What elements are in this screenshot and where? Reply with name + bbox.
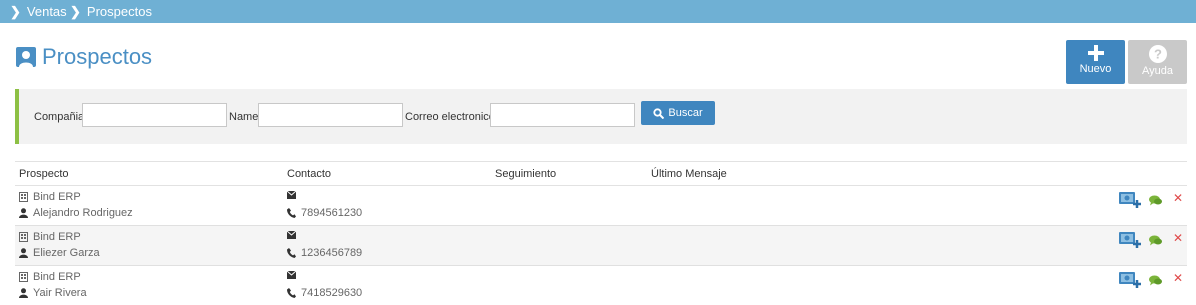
email-icon[interactable] [287,271,296,279]
add-contact-icon[interactable] [1119,272,1141,288]
email-cell [287,271,296,279]
person-name[interactable]: Yair Rivera [33,287,87,299]
column-header-prospect[interactable]: Prospecto [19,168,69,180]
email-label: Correo electronico [405,111,495,123]
chevron-right-icon: ❯ [10,4,21,19]
company-cell: Bind ERP [19,231,81,243]
chevron-right-icon: ❯ [70,4,81,19]
remove-icon[interactable]: ✕ [1173,191,1183,205]
search-icon [653,107,665,119]
company-input[interactable] [82,103,227,127]
phone-icon [287,288,296,298]
phone-number: 1236456789 [301,247,363,259]
company-name[interactable]: Bind ERP [33,191,81,203]
new-button[interactable]: Nuevo [1066,40,1125,84]
chat-icon[interactable] [1149,275,1162,286]
breadcrumb-item-prospectos[interactable]: ❯ Prospectos [70,4,152,19]
phone-icon [287,248,296,258]
add-contact-icon[interactable] [1119,192,1141,208]
person-name[interactable]: Alejandro Rodriguez [33,207,133,219]
building-icon [19,272,28,282]
table-row[interactable]: Bind ERP Alejandro Rodriguez 7894561230 … [15,186,1187,226]
building-icon [19,232,28,242]
help-button[interactable]: ? Ayuda [1128,40,1187,84]
column-header-last-message[interactable]: Último Mensaje [651,168,727,180]
person-cell: Yair Rivera [19,287,87,299]
filter-panel: Compañia Name Correo electronico Buscar [15,89,1187,144]
person-cell: Eliezer Garza [19,247,100,259]
add-contact-icon[interactable] [1119,232,1141,248]
user-icon [19,288,28,298]
email-cell [287,231,296,239]
email-icon[interactable] [287,231,296,239]
prospects-table: Prospecto Contacto Seguimiento Último Me… [15,161,1187,305]
company-cell: Bind ERP [19,271,81,283]
company-cell: Bind ERP [19,191,81,203]
breadcrumb-label: Prospectos [86,4,152,19]
phone-cell: 1236456789 [287,247,362,259]
chat-icon[interactable] [1149,235,1162,246]
user-icon [19,208,28,218]
chat-icon[interactable] [1149,195,1162,206]
email-icon[interactable] [287,191,296,199]
building-icon [19,192,28,202]
user-icon [16,47,36,67]
page-title: Prospectos [42,44,153,69]
person-cell: Alejandro Rodriguez [19,207,133,219]
table-header: Prospecto Contacto Seguimiento Último Me… [15,161,1187,186]
user-icon [19,248,28,258]
svg-text:?: ? [1154,47,1162,62]
search-button-label: Buscar [668,107,703,119]
company-name[interactable]: Bind ERP [33,231,81,243]
table-row[interactable]: Bind ERP Yair Rivera 7418529630 ✕ [15,266,1187,305]
plus-icon [1087,45,1104,61]
remove-icon[interactable]: ✕ [1173,271,1183,285]
email-input[interactable] [490,103,635,127]
page-header: Prospectos [16,44,152,70]
phone-number: 7894561230 [301,207,363,219]
search-button[interactable]: Buscar [641,101,715,125]
company-label: Compañia [34,111,85,123]
phone-cell: 7894561230 [287,207,362,219]
phone-cell: 7418529630 [287,287,362,299]
question-icon: ? [1148,45,1167,63]
table-row[interactable]: Bind ERP Eliezer Garza 1236456789 ✕ [15,226,1187,266]
name-label: Name [229,111,259,123]
breadcrumb-item-ventas[interactable]: ❯ Ventas [10,4,67,19]
person-name[interactable]: Eliezer Garza [33,247,100,259]
company-name[interactable]: Bind ERP [33,271,81,283]
phone-icon [287,208,296,218]
help-button-label: Ayuda [1142,65,1173,77]
name-input[interactable] [258,103,403,127]
email-cell [287,191,296,199]
column-header-followup[interactable]: Seguimiento [495,168,556,180]
column-header-contact[interactable]: Contacto [287,168,331,180]
breadcrumb-label: Ventas [26,4,67,19]
breadcrumb: ❯ Ventas ❯ Prospectos [0,0,1196,23]
phone-number: 7418529630 [301,287,363,299]
new-button-label: Nuevo [1079,63,1112,75]
remove-icon[interactable]: ✕ [1173,231,1183,245]
